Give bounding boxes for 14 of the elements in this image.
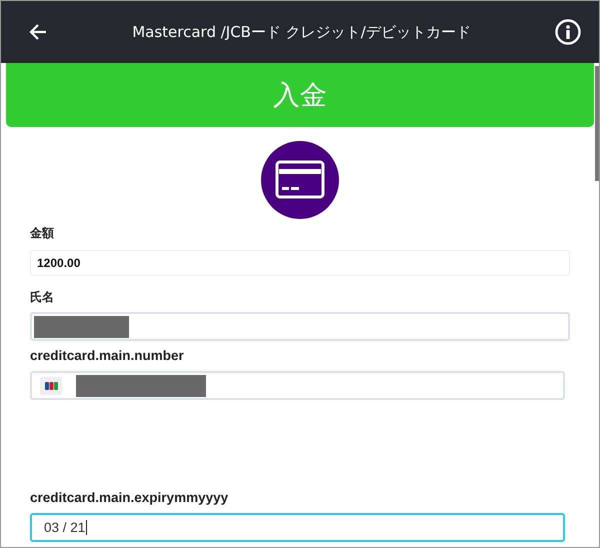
- card-brand-icon: [40, 376, 62, 394]
- credit-card-icon: [261, 141, 339, 219]
- input-field[interactable]: [30, 312, 570, 341]
- field-label: creditcard.main.number: [30, 348, 185, 364]
- field-label: creditcard.main.expirymmyyyy: [30, 490, 230, 506]
- page-title: Mastercard /JCBード クレジット/デビットカード: [131, 22, 472, 42]
- input-field[interactable]: 1200.00: [30, 250, 570, 276]
- deposit-banner: 入金: [6, 63, 594, 127]
- info-icon[interactable]: [555, 19, 581, 45]
- field-label: 氏名: [30, 289, 55, 305]
- input-field[interactable]: [30, 371, 565, 400]
- back-arrow-icon[interactable]: [28, 22, 48, 42]
- field-label: 金額: [30, 225, 55, 241]
- input-field[interactable]: 03 / 21: [30, 513, 565, 542]
